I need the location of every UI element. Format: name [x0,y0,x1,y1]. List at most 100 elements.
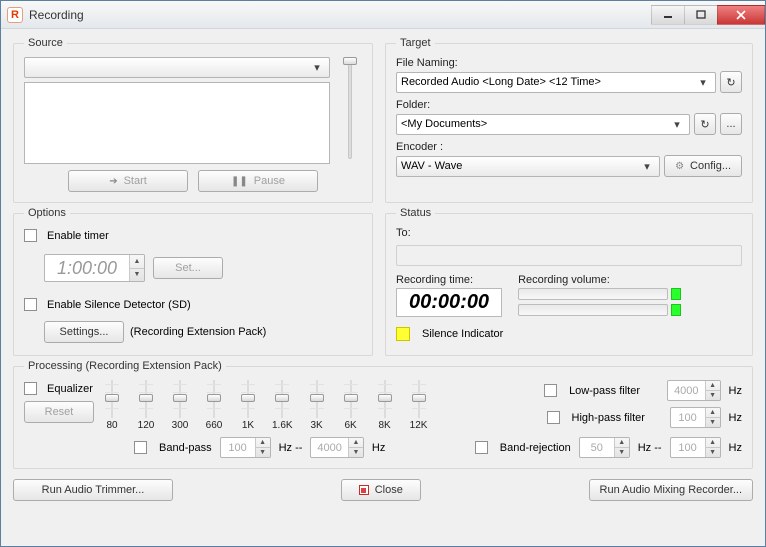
equalizer-label: Equalizer [47,383,93,395]
close-window-button[interactable] [717,5,765,25]
bandpass-lo-spinner[interactable]: 100 ▲▼ [220,437,271,458]
enable-sd-checkbox[interactable] [24,298,37,311]
status-legend: Status [396,207,435,219]
status-group: Status To: Recording time: 00:00:00 Reco… [385,207,753,356]
folder-combo[interactable]: <My Documents> ▾ [396,114,690,135]
silence-indicator-label: Silence Indicator [422,328,503,340]
rec-vol-label: Recording volume: [518,274,742,286]
bandrej-label: Band-rejection [500,442,571,454]
refresh-icon: ↻ [726,76,735,89]
spinner-down-icon[interactable]: ▼ [130,268,144,282]
eq-reset-button[interactable]: Reset [24,401,94,423]
enable-timer-checkbox[interactable] [24,229,37,242]
play-icon: ➔ [109,176,117,187]
eq-band-label: 6K [344,420,356,431]
options-legend: Options [24,207,70,219]
vol-meter-left [518,288,742,300]
chevron-down-icon: ▾ [695,76,711,89]
to-field [396,245,742,266]
eq-band-12K[interactable]: 12K [409,380,429,431]
bandpass-hi-spinner[interactable]: 4000 ▲▼ [310,437,363,458]
source-group: Source ▾ ➔ St [13,37,373,203]
highpass-checkbox[interactable] [547,411,560,424]
silence-indicator-icon [396,327,410,341]
rec-time-display: 00:00:00 [396,288,502,317]
eq-band-300[interactable]: 300 [170,380,190,431]
window-title: Recording [29,8,84,22]
to-label: To: [396,227,742,239]
highpass-label: High-pass filter [572,412,662,424]
eq-band-8K[interactable]: 8K [375,380,395,431]
timer-value-spinner[interactable]: 1:00:00 ▲▼ [44,254,145,282]
eq-band-1K[interactable]: 1K [238,380,258,431]
options-group: Options Enable timer 1:00:00 ▲▼ Set... [13,207,373,356]
sd-settings-button[interactable]: Settings... [44,321,124,343]
enable-timer-label: Enable timer [47,230,109,242]
input-level-slider[interactable] [338,57,362,163]
browse-folder-button[interactable]: ... [720,113,742,135]
encoder-combo[interactable]: WAV - Wave ▾ [396,156,660,177]
eq-band-label: 1K [242,420,254,431]
pause-icon: ❚❚ [231,176,248,187]
pause-button[interactable]: ❚❚ Pause [198,170,318,192]
refresh-icon: ↻ [700,118,709,131]
file-naming-refresh-button[interactable]: ↻ [720,71,742,93]
app-icon: R [7,7,23,23]
start-button[interactable]: ➔ Start [68,170,188,192]
chevron-down-icon: ▾ [669,118,685,131]
eq-band-120[interactable]: 120 [136,380,156,431]
ellipsis-icon: ... [726,118,735,130]
equalizer-checkbox[interactable] [24,382,37,395]
processing-legend: Processing (Recording Extension Pack) [24,360,226,372]
folder-refresh-button[interactable]: ↻ [694,113,716,135]
timer-set-button[interactable]: Set... [153,257,223,279]
eq-band-label: 80 [106,420,117,431]
folder-label: Folder: [396,99,742,111]
run-mixer-button[interactable]: Run Audio Mixing Recorder... [589,479,753,501]
eq-band-80[interactable]: 80 [102,380,122,431]
eq-band-label: 3K [310,420,322,431]
eq-band-label: 12K [410,420,428,431]
eq-band-660[interactable]: 660 [204,380,224,431]
target-group: Target File Naming: Recorded Audio <Long… [385,37,753,203]
eq-band-3K[interactable]: 3K [307,380,327,431]
close-button[interactable]: Close [341,479,421,501]
lowpass-spinner[interactable]: 4000 ▲▼ [667,380,720,401]
file-naming-combo[interactable]: Recorded Audio <Long Date> <12 Time> ▾ [396,72,716,93]
chevron-down-icon: ▾ [309,61,325,74]
file-naming-label: File Naming: [396,57,742,69]
eq-band-label: 1.6K [272,420,293,431]
gear-icon: ⚙ [675,161,684,172]
recording-window: R Recording Source ▾ [0,0,766,547]
bandpass-label: Band-pass [159,442,212,454]
lowpass-label: Low-pass filter [569,385,659,397]
source-device-combo[interactable]: ▾ [24,57,330,78]
spinner-up-icon[interactable]: ▲ [130,255,144,268]
eq-sliders: 80 120 300 660 1K 1.6K 3K 6K 8K 12K [102,380,429,431]
rep-note: (Recording Extension Pack) [130,326,266,338]
bandrej-lo-spinner[interactable]: 50 ▲▼ [579,437,630,458]
vol-meter-right [518,304,742,316]
highpass-spinner[interactable]: 100 ▲▼ [670,407,721,428]
eq-band-6K[interactable]: 6K [341,380,361,431]
titlebar: R Recording [1,1,765,29]
minimize-button[interactable] [651,5,685,25]
encoder-label: Encoder : [396,141,742,153]
lowpass-checkbox[interactable] [544,384,557,397]
bandrej-hi-spinner[interactable]: 100 ▲▼ [670,437,721,458]
bandpass-checkbox[interactable] [134,441,147,454]
encoder-config-button[interactable]: ⚙ Config... [664,155,742,177]
rec-time-label: Recording time: [396,274,502,286]
run-trimmer-button[interactable]: Run Audio Trimmer... [13,479,173,501]
processing-group: Processing (Recording Extension Pack) Eq… [13,360,753,469]
chevron-down-icon: ▾ [639,160,655,173]
eq-band-label: 660 [206,420,223,431]
close-icon [359,485,369,495]
eq-band-label: 120 [138,420,155,431]
eq-band-label: 300 [172,420,189,431]
eq-band-1.6K[interactable]: 1.6K [272,380,293,431]
bandrej-checkbox[interactable] [475,441,488,454]
source-info-box [24,82,330,164]
target-legend: Target [396,37,435,49]
maximize-button[interactable] [684,5,718,25]
